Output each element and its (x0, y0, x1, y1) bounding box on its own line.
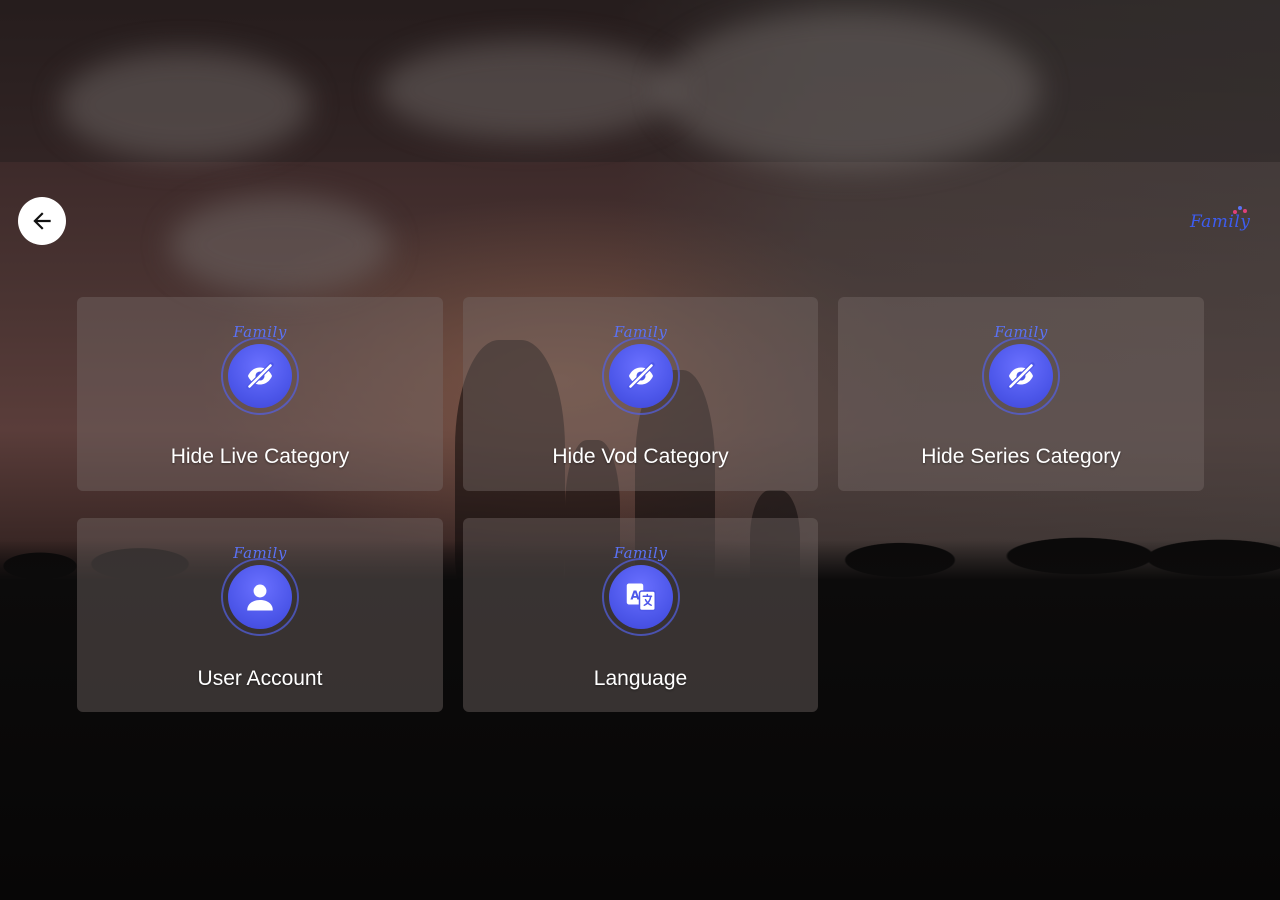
background-cloud (380, 40, 680, 140)
tile-hide-vod-category[interactable]: Family Hide Vod Category (463, 297, 818, 491)
tile-emblem: Family (215, 323, 305, 419)
sparkle-icon (1233, 206, 1247, 214)
tile-label: Language (593, 667, 688, 690)
tile-emblem: Family A (596, 544, 686, 640)
tile-emblem: Family (596, 323, 686, 419)
tile-label: User Account (197, 667, 323, 690)
user-icon (228, 565, 292, 629)
tile-label: Hide Live Category (170, 445, 350, 468)
eye-off-icon (228, 344, 292, 408)
back-button[interactable] (18, 197, 66, 245)
background-cloud (60, 50, 310, 160)
brand-logo: Family (1188, 204, 1258, 234)
background-cloud (170, 195, 390, 295)
tile-language[interactable]: Family A Language (463, 518, 818, 712)
tile-emblem: Family (215, 544, 305, 640)
arrow-left-icon (33, 212, 51, 230)
translate-icon: A (608, 565, 673, 629)
eye-off-icon (608, 344, 673, 408)
eye-off-icon (989, 344, 1053, 408)
tile-label: Hide Vod Category (552, 445, 729, 468)
tile-hide-live-category[interactable]: Family Hide Live Category (77, 297, 443, 491)
settings-screen: Family Family Hide Live Category Family … (0, 0, 1280, 900)
tile-hide-series-category[interactable]: Family Hide Series Category (838, 297, 1204, 491)
tile-emblem: Family (976, 323, 1066, 419)
tile-user-account[interactable]: Family User Account (77, 518, 443, 712)
tile-label: Hide Series Category (921, 445, 1121, 468)
background-cloud (660, 10, 1040, 170)
